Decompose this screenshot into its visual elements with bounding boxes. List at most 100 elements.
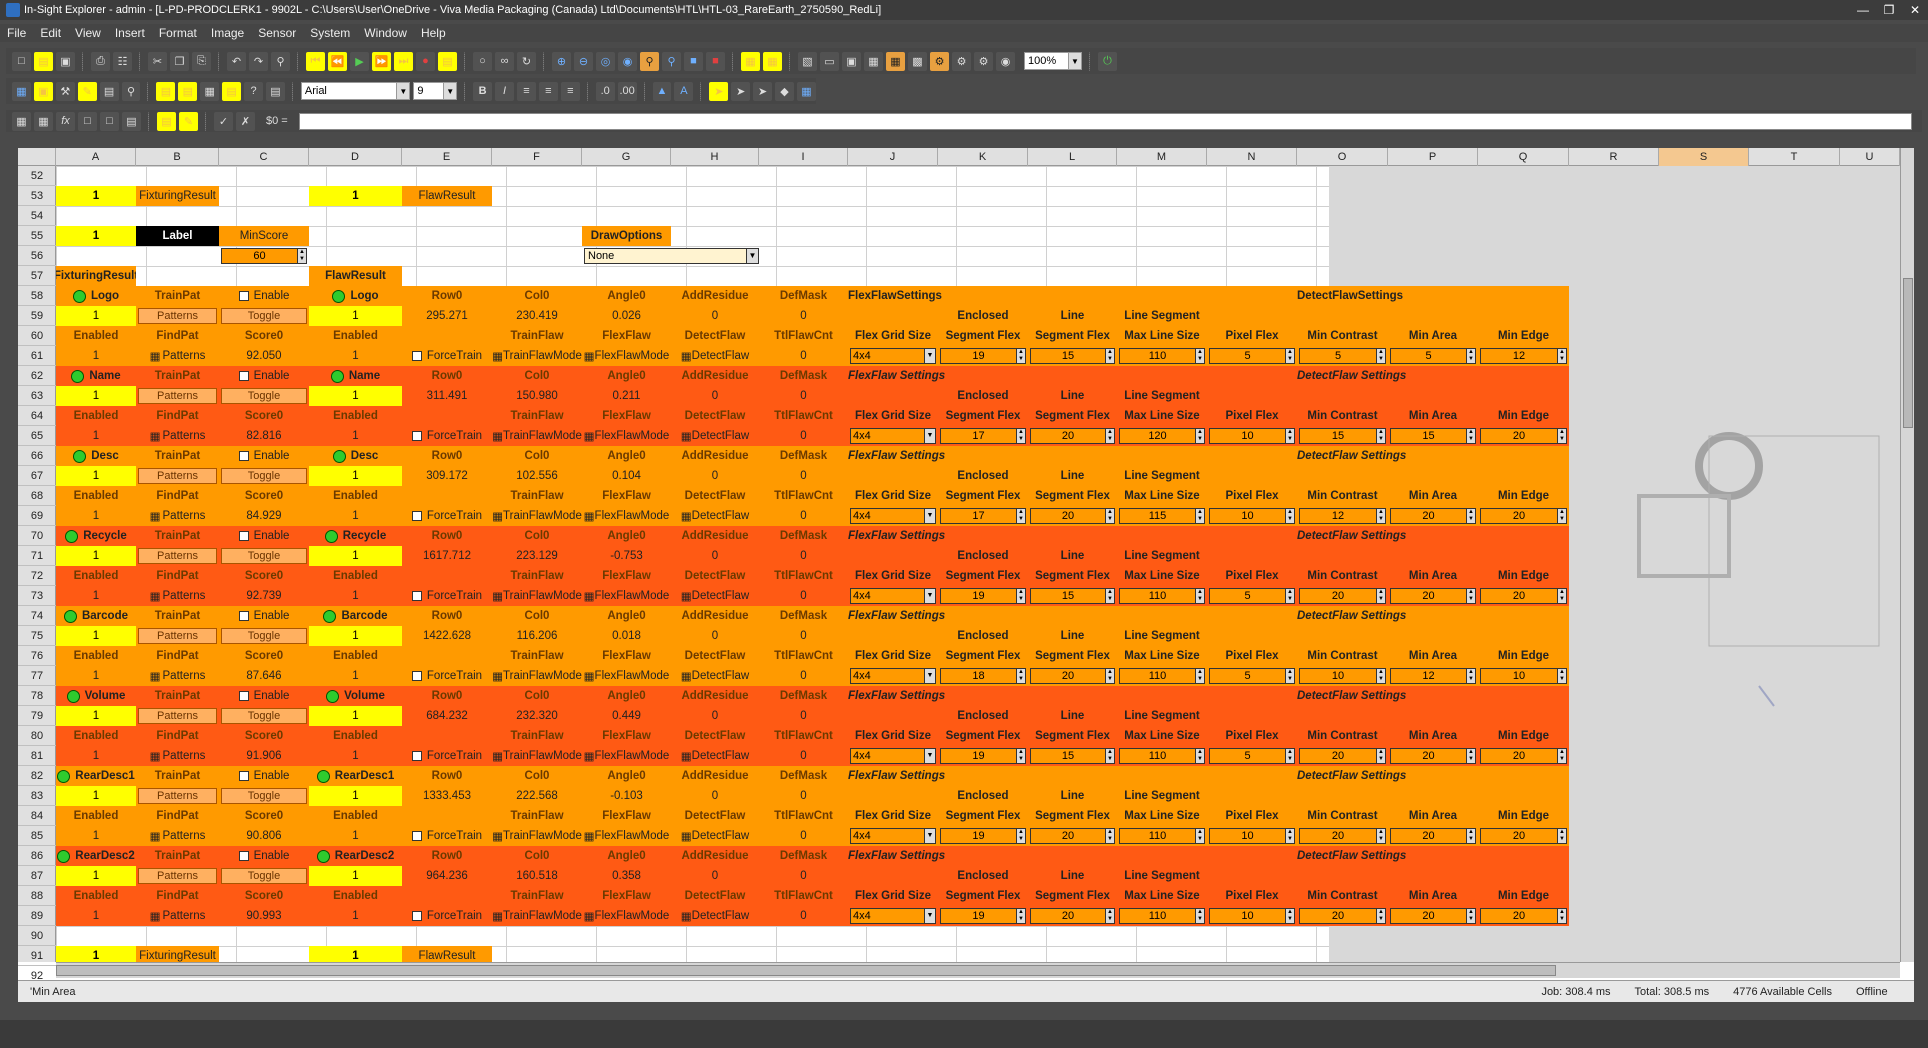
row-header-61[interactable]: 61 — [18, 346, 56, 366]
min-area-stepper[interactable]: 5 ▲ ▼ — [1390, 348, 1476, 364]
enabled-header[interactable]: Enabled — [56, 486, 136, 506]
spinner-arrows-icon[interactable]: ▲ ▼ — [1557, 909, 1566, 923]
enclosed-label[interactable]: Enclosed — [938, 466, 1028, 486]
spinner-arrows-icon[interactable]: ▲ ▼ — [1016, 829, 1025, 843]
column-header-a[interactable]: A — [56, 148, 136, 166]
ttlflawcnt-value[interactable]: 0 — [759, 826, 848, 846]
row-header-89[interactable]: 89 — [18, 906, 56, 926]
edit-cell-icon[interactable]: ✎ — [179, 111, 198, 131]
flaw-name-4[interactable]: Barcode — [309, 606, 402, 626]
spinner-arrows-icon[interactable]: ▲ ▼ — [1466, 349, 1475, 363]
fixture-name-6[interactable]: RearDesc1 — [56, 766, 136, 786]
spreadsheet-view-icon[interactable]: ⚙ — [930, 51, 949, 71]
spinner-arrows-icon[interactable]: ▲ ▼ — [1105, 589, 1114, 603]
segment-flex-2-header[interactable]: Segment Flex — [1028, 486, 1117, 506]
segment-flex-stepper[interactable]: 19 ▲ ▼ — [940, 908, 1026, 924]
spinner-arrows-icon[interactable]: ▲ ▼ — [1466, 509, 1475, 523]
row-header-67[interactable]: 67 — [18, 466, 56, 486]
flaw-enable-value[interactable]: 1 — [309, 386, 402, 406]
patterns-button[interactable]: Patterns — [138, 468, 217, 484]
chart-icon[interactable]: ▩ — [908, 51, 927, 71]
trainflaw-header[interactable]: TrainFlaw — [492, 566, 582, 586]
fixture-enable-value[interactable]: 1 — [56, 466, 136, 486]
row0-header[interactable]: Row0 — [402, 286, 492, 306]
toggle-button[interactable]: Toggle — [221, 868, 307, 884]
table-view-icon[interactable]: ▦ — [886, 51, 905, 71]
enabled-header[interactable]: Enabled — [56, 886, 136, 906]
flaw-enabled-value[interactable]: 1 — [309, 346, 402, 366]
fixture-enabled-value[interactable]: 1 — [56, 906, 136, 926]
min-contrast-stepper[interactable]: 20 ▲ ▼ — [1299, 588, 1386, 604]
vertical-scrollbar[interactable] — [1900, 148, 1914, 962]
defmask-header[interactable]: DefMask — [759, 766, 848, 786]
spinner-arrows-icon[interactable]: ▲ ▼ — [1285, 589, 1294, 603]
flaw-name-1[interactable]: Name — [309, 366, 402, 386]
align-right-icon[interactable]: ≡ — [560, 81, 580, 101]
trainflawmode-button[interactable]: ▦ TrainFlawMode — [492, 746, 582, 766]
addresidue-header[interactable]: AddResidue — [671, 526, 759, 546]
detectflaw-header[interactable]: DetectFlaw — [671, 726, 759, 746]
defmask-header[interactable]: DefMask — [759, 686, 848, 706]
row-header-91[interactable]: 91 — [18, 946, 56, 966]
segment-flex-stepper[interactable]: 17 ▲ ▼ — [940, 428, 1026, 444]
col0-header[interactable]: Col0 — [492, 286, 582, 306]
save-icon[interactable]: ▣ — [56, 51, 75, 71]
select-arrow-icon[interactable]: ➤ — [709, 81, 729, 101]
fixture-enable-value[interactable]: 1 — [56, 866, 136, 886]
row-header-60[interactable]: 60 — [18, 326, 56, 346]
score0-header[interactable]: Score0 — [219, 886, 309, 906]
row0-header[interactable]: Row0 — [402, 686, 492, 706]
ttlflawcnt-value[interactable]: 0 — [759, 586, 848, 606]
col0-value[interactable]: 230.419 — [492, 306, 582, 326]
findpat-header[interactable]: FindPat — [136, 806, 219, 826]
max-line-size-stepper[interactable]: 110 ▲ ▼ — [1119, 668, 1205, 684]
spinner-arrows-icon[interactable]: ▲ ▼ — [1016, 589, 1025, 603]
bold-icon[interactable]: B — [473, 81, 493, 101]
min-area-stepper[interactable]: 15 ▲ ▼ — [1390, 428, 1476, 444]
checkbox-icon[interactable] — [411, 591, 422, 601]
pixel-flex-header[interactable]: Pixel Flex — [1207, 326, 1297, 346]
row-header-86[interactable]: 86 — [18, 846, 56, 866]
segment-flex-2-header[interactable]: Segment Flex — [1028, 566, 1117, 586]
forcetrain-checkbox[interactable]: ForceTrain — [402, 746, 492, 766]
line-label[interactable]: Line — [1028, 546, 1117, 566]
row-header-62[interactable]: 62 — [18, 366, 56, 386]
flaw-enabled-header[interactable]: Enabled — [309, 406, 402, 426]
enabled-header[interactable]: Enabled — [56, 566, 136, 586]
undo-icon[interactable]: ↶ — [227, 51, 246, 71]
patterns-button[interactable]: Patterns — [138, 708, 217, 724]
checkbox-icon[interactable] — [411, 431, 422, 441]
row-header-79[interactable]: 79 — [18, 706, 56, 726]
row-header-82[interactable]: 82 — [18, 766, 56, 786]
row-header-75[interactable]: 75 — [18, 626, 56, 646]
trainpat-header[interactable]: TrainPat — [136, 446, 219, 466]
flexflaw-header[interactable]: FlexFlaw — [582, 406, 671, 426]
score0-header[interactable]: Score0 — [219, 806, 309, 826]
font-size-select[interactable]: 9 ▼ — [413, 82, 458, 100]
findpat-patterns-button[interactable]: ▦ Patterns — [136, 906, 219, 926]
flaw-enabled-header[interactable]: Enabled — [309, 726, 402, 746]
flaw-enable-value-2[interactable]: 1 — [309, 946, 402, 962]
flaw-enabled-header[interactable]: Enabled — [309, 806, 402, 826]
min-area-header[interactable]: Min Area — [1388, 486, 1478, 506]
max-line-size-stepper[interactable]: 110 ▲ ▼ — [1119, 908, 1205, 924]
line-label[interactable]: Line — [1028, 306, 1117, 326]
detectflaw-button[interactable]: ▦ DetectFlaw — [671, 586, 759, 606]
fixturing-enable-value[interactable]: 1 — [56, 186, 136, 206]
column-header-u[interactable]: U — [1840, 148, 1900, 166]
row0-value[interactable]: 964.236 — [402, 866, 492, 886]
fixturing-result-header[interactable]: FixturingResult — [56, 266, 136, 286]
flex-grid-size-header[interactable]: Flex Grid Size — [848, 726, 938, 746]
angle0-header[interactable]: Angle0 — [582, 446, 671, 466]
defmask-value[interactable]: 0 — [759, 546, 848, 566]
trainpat-header[interactable]: TrainPat — [136, 766, 219, 786]
min-contrast-stepper[interactable]: 20 ▲ ▼ — [1299, 748, 1386, 764]
col0-header[interactable]: Col0 — [492, 446, 582, 466]
max-line-size-stepper[interactable]: 110 ▲ ▼ — [1119, 748, 1205, 764]
align-center-icon[interactable]: ≡ — [538, 81, 558, 101]
min-area-stepper[interactable]: 12 ▲ ▼ — [1390, 668, 1476, 684]
flaw-name-5[interactable]: Volume — [309, 686, 402, 706]
min-area-header[interactable]: Min Area — [1388, 806, 1478, 826]
spinner-arrows-icon[interactable]: ▲ ▼ — [1466, 429, 1475, 443]
detectflaw-header[interactable]: DetectFlaw — [671, 886, 759, 906]
